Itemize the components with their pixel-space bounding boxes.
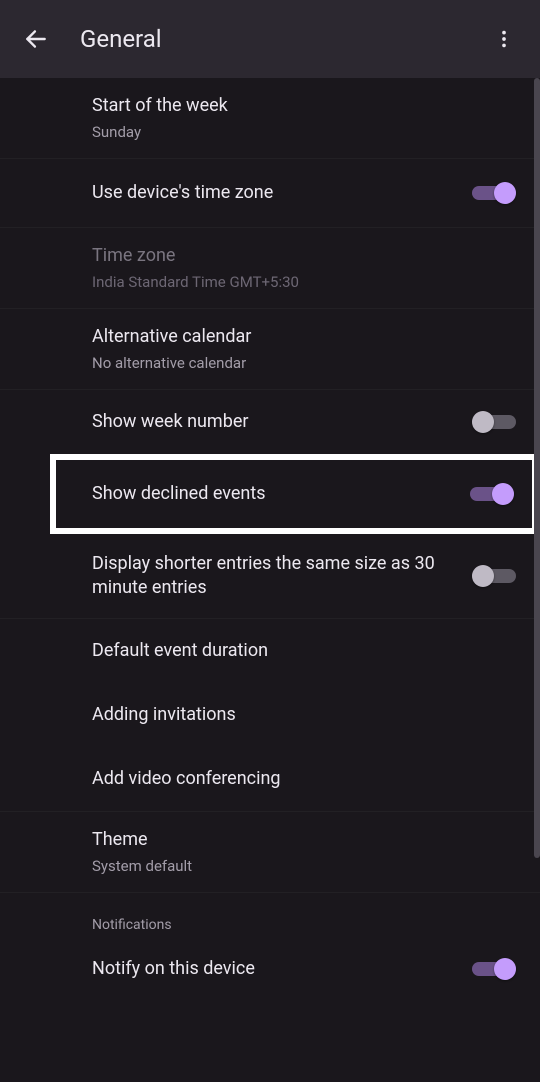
setting-display-shorter-entries[interactable]: Display shorter entries the same size as… <box>0 534 540 619</box>
setting-value: Sunday <box>92 122 516 142</box>
setting-notify-on-device[interactable]: Notify on this device <box>0 945 540 1001</box>
setting-label: Adding invitations <box>92 703 516 727</box>
setting-adding-invitations[interactable]: Adding invitations <box>0 683 540 747</box>
section-header-notifications: Notifications <box>0 893 540 945</box>
setting-label: Theme <box>92 828 516 852</box>
setting-label: Use device's time zone <box>92 181 452 205</box>
app-bar: General <box>0 0 540 78</box>
arrow-left-icon <box>23 26 49 52</box>
setting-label: Default event duration <box>92 639 516 663</box>
toggle-notify-on-device[interactable] <box>472 957 516 981</box>
setting-label: Time zone <box>92 244 516 268</box>
toggle-use-device-time-zone[interactable] <box>472 181 516 205</box>
setting-label: Alternative calendar <box>92 325 516 349</box>
more-button[interactable] <box>480 15 528 63</box>
setting-alternative-calendar[interactable]: Alternative calendar No alternative cale… <box>0 309 540 390</box>
setting-value: System default <box>92 856 516 876</box>
setting-label: Display shorter entries the same size as… <box>92 552 452 600</box>
scroll-indicator <box>534 78 540 858</box>
setting-default-event-duration[interactable]: Default event duration <box>0 619 540 683</box>
setting-add-video-conferencing[interactable]: Add video conferencing <box>0 747 540 812</box>
highlighted-setting: Show declined events <box>50 454 538 534</box>
setting-label: Notify on this device <box>92 957 452 981</box>
toggle-display-shorter-entries[interactable] <box>472 564 516 588</box>
setting-label: Start of the week <box>92 94 516 118</box>
setting-use-device-time-zone[interactable]: Use device's time zone <box>0 159 540 228</box>
more-vert-icon <box>493 28 515 50</box>
setting-value: India Standard Time GMT+5:30 <box>92 272 516 292</box>
setting-show-week-number[interactable]: Show week number <box>0 390 540 454</box>
settings-list: Start of the week Sunday Use device's ti… <box>0 78 540 1082</box>
page-title: General <box>80 25 480 53</box>
setting-theme[interactable]: Theme System default <box>0 812 540 893</box>
setting-label: Add video conferencing <box>92 767 516 791</box>
toggle-show-week-number[interactable] <box>472 410 516 434</box>
setting-time-zone: Time zone India Standard Time GMT+5:30 <box>0 228 540 309</box>
setting-show-declined-events[interactable]: Show declined events <box>56 460 532 528</box>
setting-label: Show declined events <box>92 482 450 506</box>
setting-value: No alternative calendar <box>92 353 516 373</box>
back-button[interactable] <box>12 15 60 63</box>
setting-start-of-week[interactable]: Start of the week Sunday <box>0 78 540 159</box>
setting-label: Show week number <box>92 410 452 434</box>
toggle-show-declined-events[interactable] <box>470 482 514 506</box>
